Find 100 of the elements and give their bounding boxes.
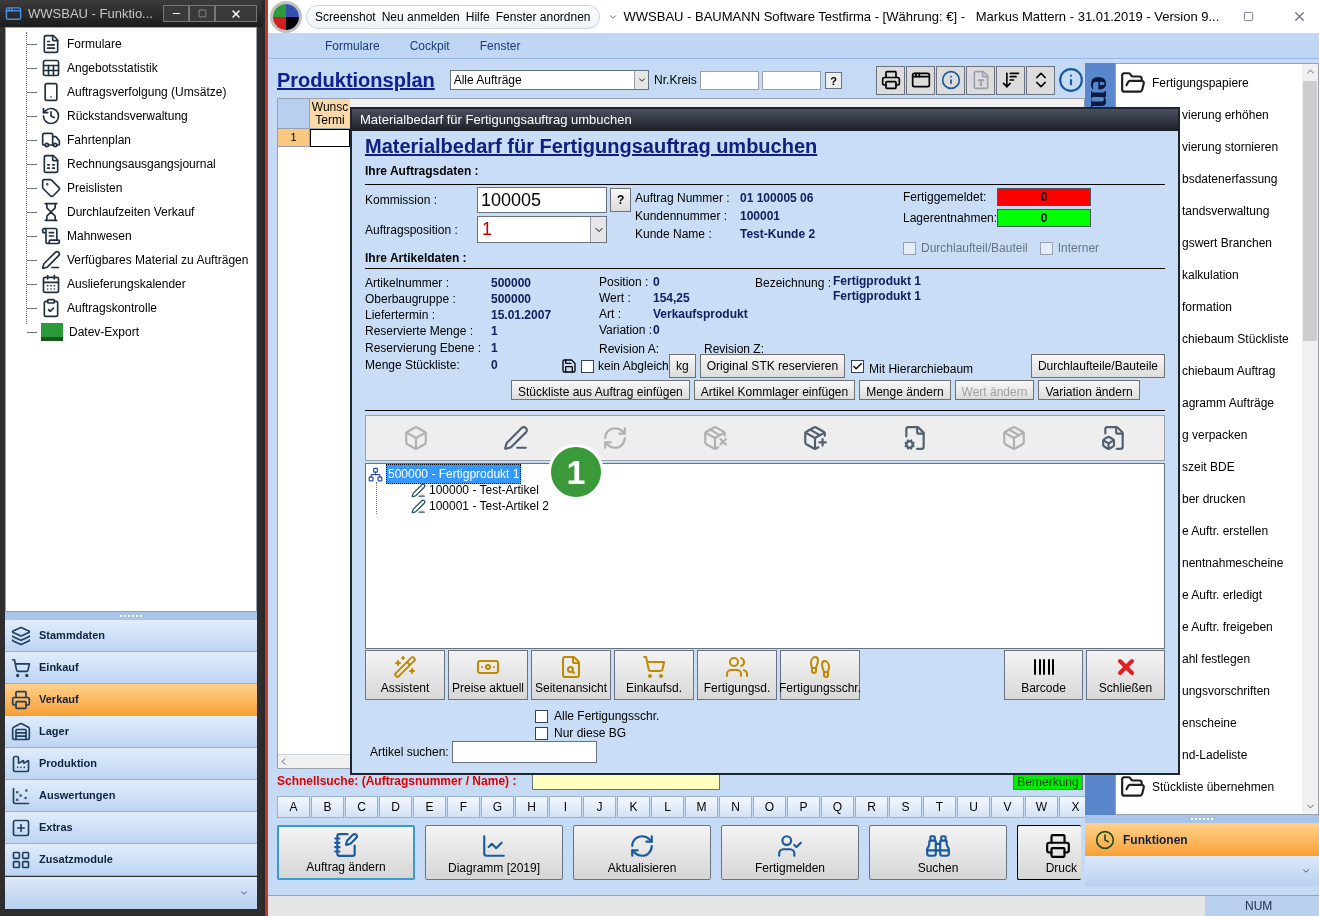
action-button[interactable]: Artikel Kommlager einfügen <box>693 380 856 400</box>
action-button[interactable]: Stückliste aus Auftrag einfügen <box>511 380 690 400</box>
maximize-icon[interactable] <box>1243 11 1254 22</box>
function-item[interactable]: e Auftr. erstellen <box>1182 522 1269 540</box>
toolbar-button[interactable] <box>906 65 935 95</box>
close-icon[interactable] <box>1292 9 1307 24</box>
tool-button[interactable]: Barcode <box>1004 650 1083 700</box>
nav-item[interactable]: Extras <box>5 812 257 844</box>
unit-button[interactable]: kg <box>669 354 696 378</box>
letter-button[interactable]: T <box>923 796 956 818</box>
action-button[interactable]: Druck <box>1017 825 1081 880</box>
function-item[interactable]: agramm Aufträge <box>1182 394 1275 412</box>
checkbox[interactable] <box>535 709 548 723</box>
function-item[interactable]: tandsverwaltung <box>1182 202 1270 220</box>
letter-button[interactable]: W <box>1025 796 1058 818</box>
maximize-button[interactable] <box>189 5 215 22</box>
letter-button[interactable]: U <box>957 796 990 818</box>
toolbar-icon[interactable] <box>502 425 529 451</box>
close-button[interactable]: Schließen <box>1086 650 1165 700</box>
tool-button[interactable]: Einkaufsd. <box>614 650 694 700</box>
letter-button[interactable]: K <box>617 796 650 818</box>
function-item[interactable]: gswert Branchen <box>1182 234 1273 252</box>
function-item[interactable]: enscheine <box>1182 714 1237 732</box>
function-item[interactable]: Fertigungspapiere <box>1152 74 1249 92</box>
quick-menu-item[interactable]: Hilfe <box>465 7 490 26</box>
tree-item[interactable]: 100000 - Test-Artikel <box>429 481 539 499</box>
letter-button[interactable]: R <box>855 796 888 818</box>
close-button[interactable] <box>215 5 257 22</box>
function-item[interactable]: e Auftr. freigeben <box>1182 618 1273 636</box>
function-item[interactable]: szeit BDE <box>1182 458 1235 476</box>
tree-item[interactable]: Angebotsstatistik <box>67 59 158 77</box>
function-item[interactable]: ber drucken <box>1182 490 1246 508</box>
functions-tab[interactable]: Funktionen <box>1085 823 1319 856</box>
letter-button[interactable]: G <box>481 796 514 818</box>
checkbox[interactable] <box>581 359 594 373</box>
reserve-button[interactable]: Original STK reservieren <box>699 354 846 378</box>
letter-button[interactable]: D <box>379 796 412 818</box>
toolbar-button[interactable] <box>996 65 1025 95</box>
tool-button[interactable]: Fertigungsschr. <box>780 650 860 700</box>
tree-item[interactable]: Rechnungsausgangsjournal <box>67 155 216 173</box>
checkbox[interactable] <box>851 359 865 373</box>
scroll-thumb[interactable] <box>1303 81 1317 341</box>
help-button[interactable]: ? <box>825 71 842 89</box>
nav-item[interactable]: Produktion <box>5 748 257 780</box>
action-button[interactable]: Menge ändern <box>859 380 951 400</box>
letter-button[interactable]: X <box>1059 796 1085 818</box>
tree-item[interactable]: Datev-Export <box>69 323 140 341</box>
tree-item[interactable]: Preislisten <box>67 179 123 197</box>
filter-select[interactable]: Alle Aufträge <box>449 70 650 90</box>
action-button[interactable]: Auftrag ändern <box>277 825 415 880</box>
function-item[interactable]: bsdatenerfassung <box>1182 170 1278 188</box>
row-header[interactable]: 1 <box>278 129 310 147</box>
function-item[interactable]: kalkulation <box>1182 266 1239 284</box>
menu-item[interactable]: Formulare <box>325 36 380 55</box>
function-item[interactable]: Stückliste übernehmen <box>1152 778 1275 796</box>
letter-button[interactable]: O <box>753 796 786 818</box>
action-button[interactable]: Diagramm [2019] <box>425 825 563 880</box>
nav-item[interactable]: Lager <box>5 716 257 748</box>
letter-button[interactable]: L <box>651 796 684 818</box>
tree-item[interactable]: Auslieferungskalender <box>67 275 186 293</box>
minimize-button[interactable] <box>163 5 189 22</box>
letter-button[interactable]: J <box>583 796 616 818</box>
column-header[interactable]: Wunsc Termi <box>310 99 350 128</box>
function-item[interactable]: nd-Ladeliste <box>1182 746 1248 764</box>
menu-item[interactable]: Fenster <box>479 36 521 55</box>
tree-item[interactable]: Durchlaufzeiten Verkauf <box>67 203 195 221</box>
tree-item[interactable]: Mahnwesen <box>67 227 132 245</box>
more-icon[interactable] <box>239 888 249 898</box>
action-button[interactable]: Fertigmelden <box>721 825 859 880</box>
nav-item[interactable]: Verkauf <box>5 684 257 716</box>
tree-item[interactable]: 100001 - Test-Artikel 2 <box>429 497 549 515</box>
letter-button[interactable]: N <box>719 796 752 818</box>
letter-button[interactable]: P <box>787 796 820 818</box>
letter-button[interactable]: M <box>685 796 718 818</box>
tree-item[interactable]: Formulare <box>67 35 122 53</box>
function-item[interactable]: chiebaum Stückliste <box>1182 330 1289 348</box>
action-button[interactable]: Variation ändern <box>1038 380 1140 400</box>
save-icon[interactable] <box>561 358 577 374</box>
tree-item[interactable]: Auftragsverfolgung (Umsätze) <box>67 83 227 101</box>
function-item[interactable]: ungsvorschriften <box>1182 682 1271 700</box>
nav-item[interactable]: Einkauf <box>5 652 257 684</box>
letter-button[interactable]: B <box>311 796 344 818</box>
function-item[interactable]: g verpacken <box>1182 426 1248 444</box>
help-button[interactable]: ? <box>610 188 632 212</box>
function-item[interactable]: vierung stornieren <box>1182 138 1279 156</box>
range-to-field[interactable] <box>761 70 822 90</box>
toolbar-button[interactable] <box>1026 65 1055 95</box>
tool-button[interactable]: Assistent <box>365 650 445 700</box>
search-field[interactable] <box>451 741 597 763</box>
quick-menu-item[interactable]: Screenshot <box>315 7 376 26</box>
action-button[interactable]: Suchen <box>869 825 1007 880</box>
tree-item[interactable]: Rückstandsverwaltung <box>67 107 188 125</box>
quick-menu-item[interactable]: Neu anmelden <box>381 7 460 26</box>
commission-field[interactable]: 100005 <box>477 187 607 213</box>
position-select[interactable]: 1 <box>477 216 607 243</box>
action-button[interactable]: Aktualisieren <box>573 825 711 880</box>
range-from-field[interactable] <box>699 70 759 90</box>
parts-button[interactable]: Durchlaufteile/Bauteile <box>1030 354 1165 378</box>
menu-item[interactable]: Cockpit <box>409 36 450 55</box>
tool-button[interactable]: Preise aktuell <box>448 650 528 700</box>
